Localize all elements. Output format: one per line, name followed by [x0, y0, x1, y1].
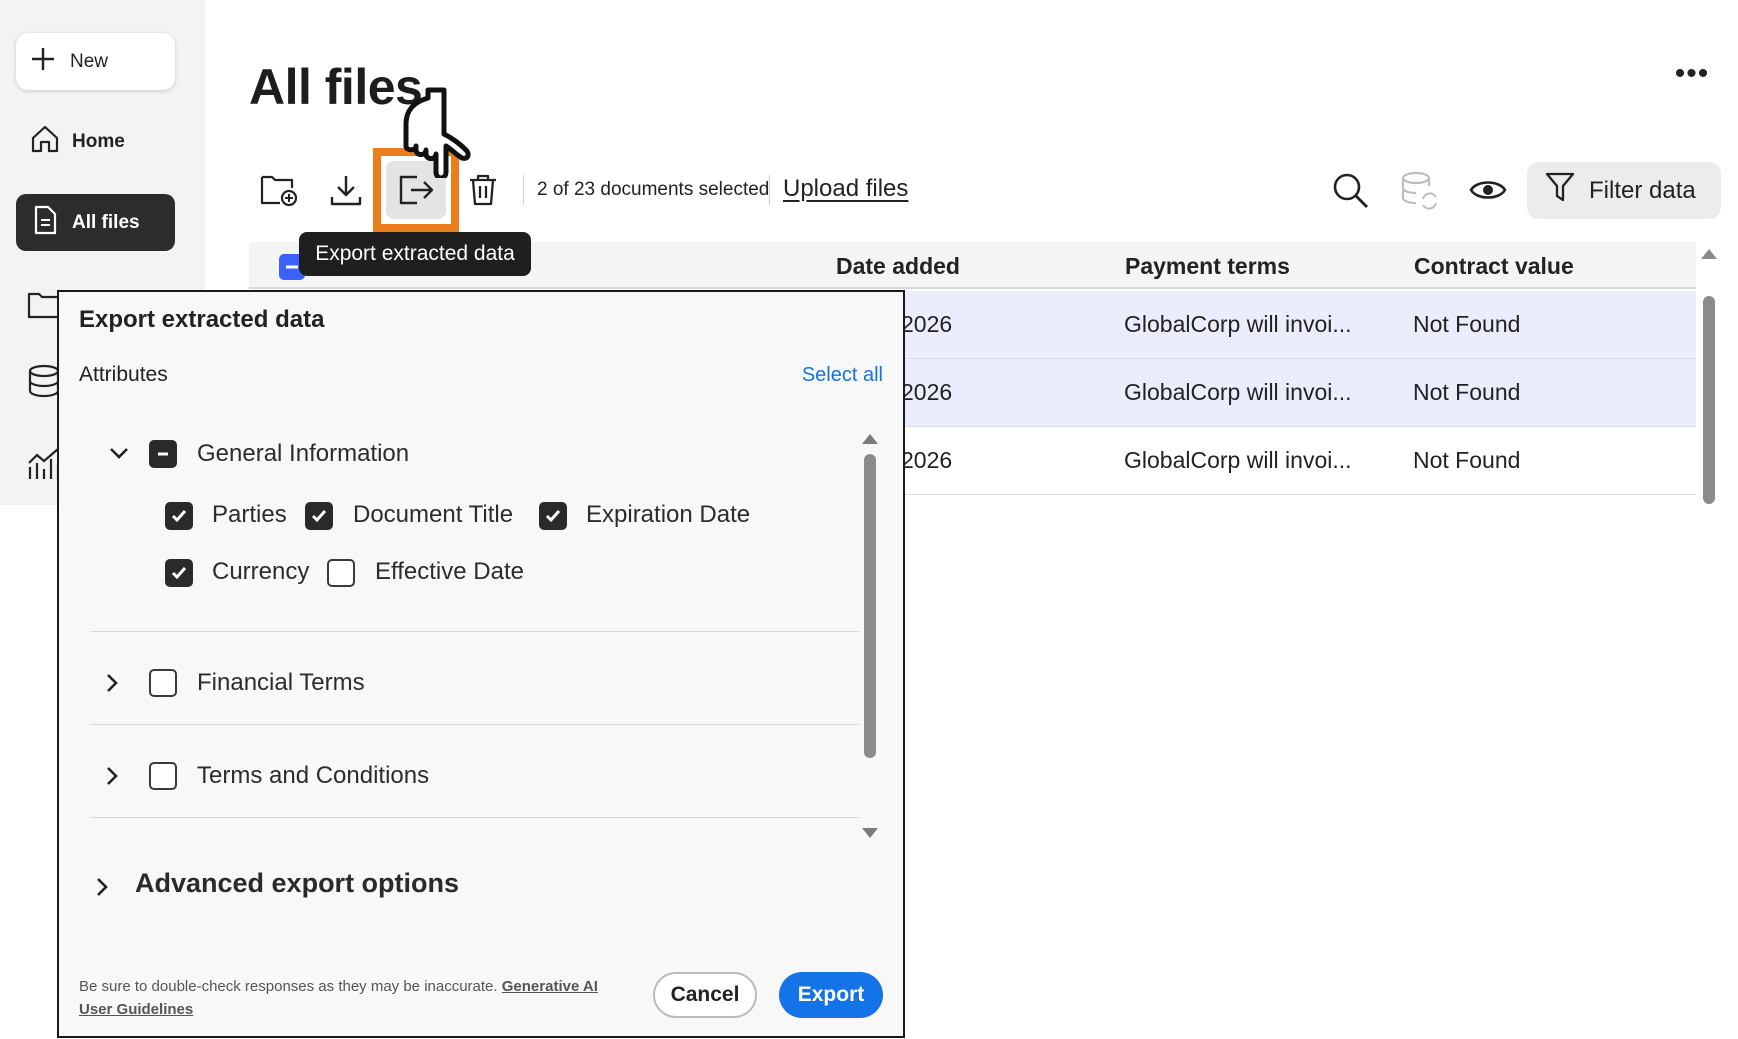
new-button-label: New: [70, 50, 109, 72]
file-icon: [30, 205, 60, 241]
cell-date-added: 2026: [901, 379, 953, 405]
chevron-down-icon[interactable]: [108, 442, 130, 464]
group-checkbox-financial-terms[interactable]: [149, 669, 177, 697]
cancel-button[interactable]: Cancel: [653, 972, 757, 1018]
sidebar-item-label: Home: [72, 130, 125, 152]
cell-date-added: 2026: [901, 447, 953, 473]
sidebar-item-label: All files: [72, 211, 140, 233]
filter-icon: [1545, 171, 1575, 210]
checkbox-effective-date[interactable]: [327, 559, 355, 587]
label-document-title: Document Title: [353, 501, 514, 528]
checkbox-parties[interactable]: [165, 502, 193, 530]
cell-contract-value: Not Found: [1413, 379, 1521, 405]
upload-files-link[interactable]: Upload files: [783, 175, 908, 203]
attributes-scrollbar[interactable]: [864, 454, 876, 758]
attributes-scroll-up-arrow[interactable]: [862, 434, 878, 444]
advanced-export-options-toggle[interactable]: Advanced export options: [135, 868, 459, 899]
database-sync-icon[interactable]: [1397, 168, 1441, 212]
home-icon: [30, 124, 60, 160]
plus-icon: [30, 46, 56, 78]
label-parties: Parties: [212, 501, 287, 528]
new-folder-icon[interactable]: [257, 168, 301, 212]
group-checkbox-terms-and-conditions[interactable]: [149, 762, 177, 790]
toolbar-divider: [769, 175, 770, 205]
chevron-right-icon[interactable]: [91, 876, 113, 898]
cell-contract-value: Not Found: [1413, 311, 1521, 337]
group-label-terms-and-conditions: Terms and Conditions: [197, 762, 430, 789]
search-icon[interactable]: [1328, 168, 1372, 212]
column-header-contract-value[interactable]: Contract value: [1414, 253, 1574, 280]
cell-date-added: 2026: [901, 311, 953, 337]
table-scroll-up-arrow[interactable]: [1701, 249, 1717, 259]
filter-data-label: Filter data: [1589, 176, 1696, 204]
pointer-hand-icon: [384, 70, 480, 181]
new-button[interactable]: New: [16, 33, 175, 90]
dialog-title: Export extracted data: [79, 306, 325, 333]
group-label-financial-terms: Financial Terms: [197, 669, 365, 696]
column-header-date-added[interactable]: Date added: [836, 253, 960, 280]
label-expiration-date: Expiration Date: [586, 501, 751, 528]
checkbox-expiration-date[interactable]: [539, 502, 567, 530]
cell-payment-terms: GlobalCorp will invoi...: [1124, 311, 1352, 337]
more-options-icon[interactable]: •••: [1672, 57, 1712, 90]
eye-icon[interactable]: [1466, 168, 1510, 212]
divider: [91, 724, 859, 725]
divider: [91, 817, 859, 818]
cell-payment-terms: GlobalCorp will invoi...: [1124, 379, 1352, 405]
label-currency: Currency: [212, 558, 310, 585]
column-header-payment-terms[interactable]: Payment terms: [1125, 253, 1290, 280]
divider: [91, 631, 859, 632]
toolbar-divider: [523, 175, 524, 205]
checkbox-currency[interactable]: [165, 559, 193, 587]
cell-payment-terms: GlobalCorp will invoi...: [1124, 447, 1352, 473]
chevron-right-icon[interactable]: [101, 672, 123, 694]
table-scrollbar[interactable]: [1703, 296, 1715, 504]
download-icon[interactable]: [324, 168, 368, 212]
disclaimer-text: Be sure to double-check responses as the…: [79, 978, 498, 995]
filter-data-button[interactable]: Filter data: [1527, 162, 1721, 219]
sidebar-item-all-files[interactable]: All files: [16, 194, 175, 251]
sidebar-item-home[interactable]: Home: [16, 113, 175, 170]
label-effective-date: Effective Date: [375, 558, 524, 585]
chevron-right-icon[interactable]: [101, 765, 123, 787]
export-tooltip: Export extracted data: [299, 232, 531, 276]
cell-contract-value: Not Found: [1413, 447, 1521, 473]
selection-count: 2 of 23 documents selected: [537, 179, 770, 200]
checkbox-document-title[interactable]: [305, 502, 333, 530]
export-button[interactable]: Export: [779, 972, 883, 1018]
select-all-link[interactable]: Select all: [802, 364, 883, 387]
ai-disclaimer: Be sure to double-check responses as the…: [79, 975, 609, 1021]
attributes-scroll-down-arrow[interactable]: [862, 828, 878, 838]
group-checkbox-general-information[interactable]: [149, 440, 177, 468]
export-extracted-data-dialog: Export extracted data Attributes Select …: [57, 290, 905, 1038]
attributes-label: Attributes: [79, 363, 168, 386]
group-label-general-information: General Information: [197, 440, 410, 467]
